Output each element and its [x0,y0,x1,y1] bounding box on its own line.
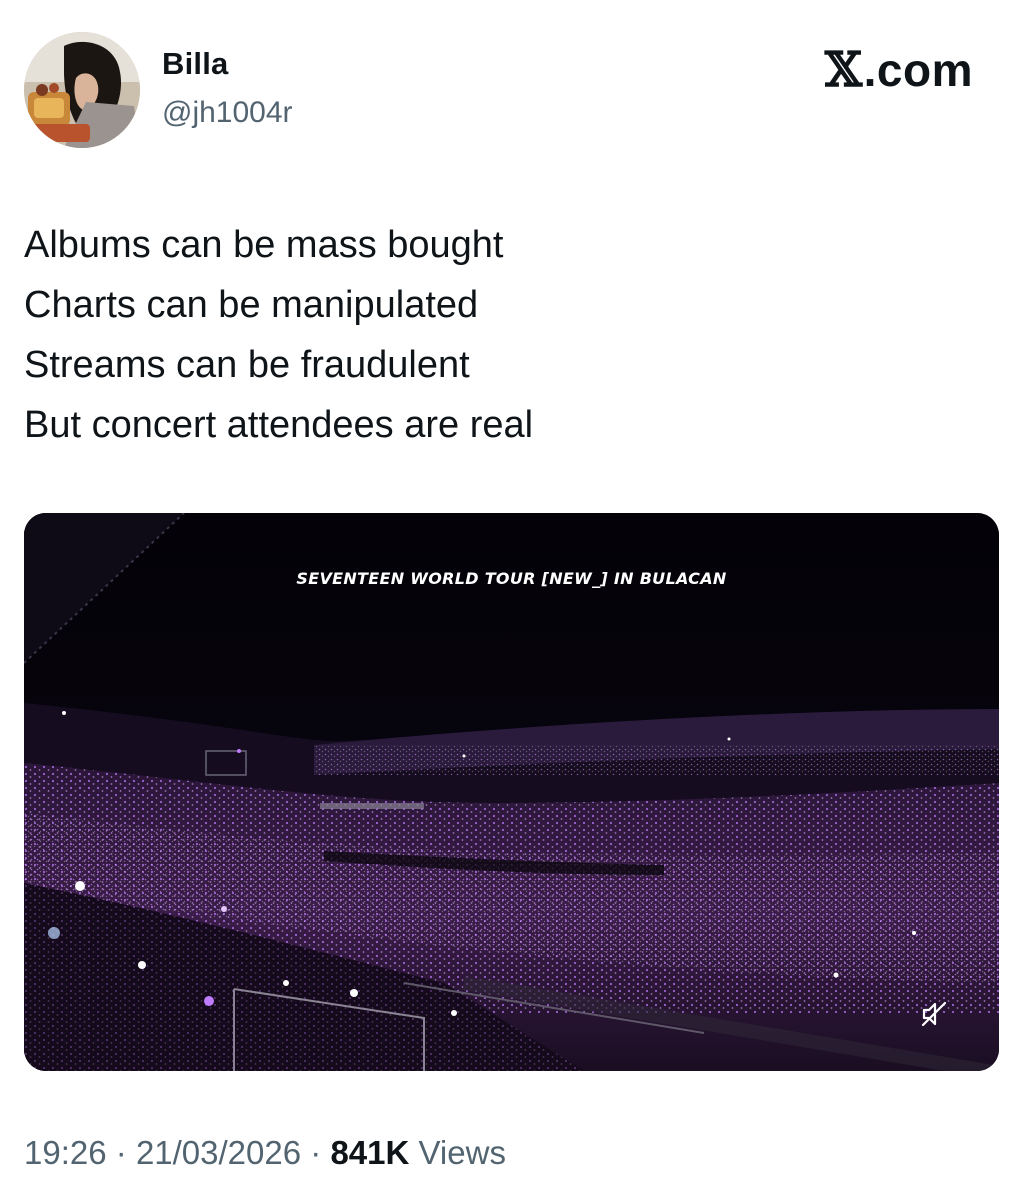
video-player[interactable]: SEVENTEEN WORLD TOUR [NEW_] IN BULACAN [24,513,999,1071]
meta-separator: · [115,1134,127,1171]
tweet-line: But concert attendees are real [24,404,534,446]
tweet-line: Albums can be mass bought [24,224,504,266]
author-name[interactable]: Billa [162,46,228,82]
profile-photo [24,32,140,148]
avatar[interactable] [24,32,140,148]
x-logo-icon: 𝕏 [824,42,863,98]
video-caption: SEVENTEEN WORLD TOUR [NEW_] IN BULACAN [296,569,727,588]
tweet-line: Streams can be fraudulent [24,344,470,386]
tweet-meta: 19:26 · 21/03/2026 · 841K Views [24,1134,506,1172]
views-count: 841K [330,1134,410,1171]
brand-domain: .com [863,44,973,96]
views-label: Views [418,1134,506,1171]
meta-separator: · [310,1134,322,1171]
tweet-text: Albums can be mass bought Charts can be … [24,215,984,455]
tweet-time[interactable]: 19:26 [24,1134,107,1171]
brand-watermark: 𝕏 .com [825,42,973,98]
tweet-date[interactable]: 21/03/2026 [136,1134,301,1171]
speaker-muted-icon [921,1001,947,1027]
tweet-line: Charts can be manipulated [24,284,479,326]
stadium-video-frame [24,513,999,1071]
mute-button[interactable] [919,999,959,1039]
author-handle[interactable]: @jh1004r [162,96,293,130]
